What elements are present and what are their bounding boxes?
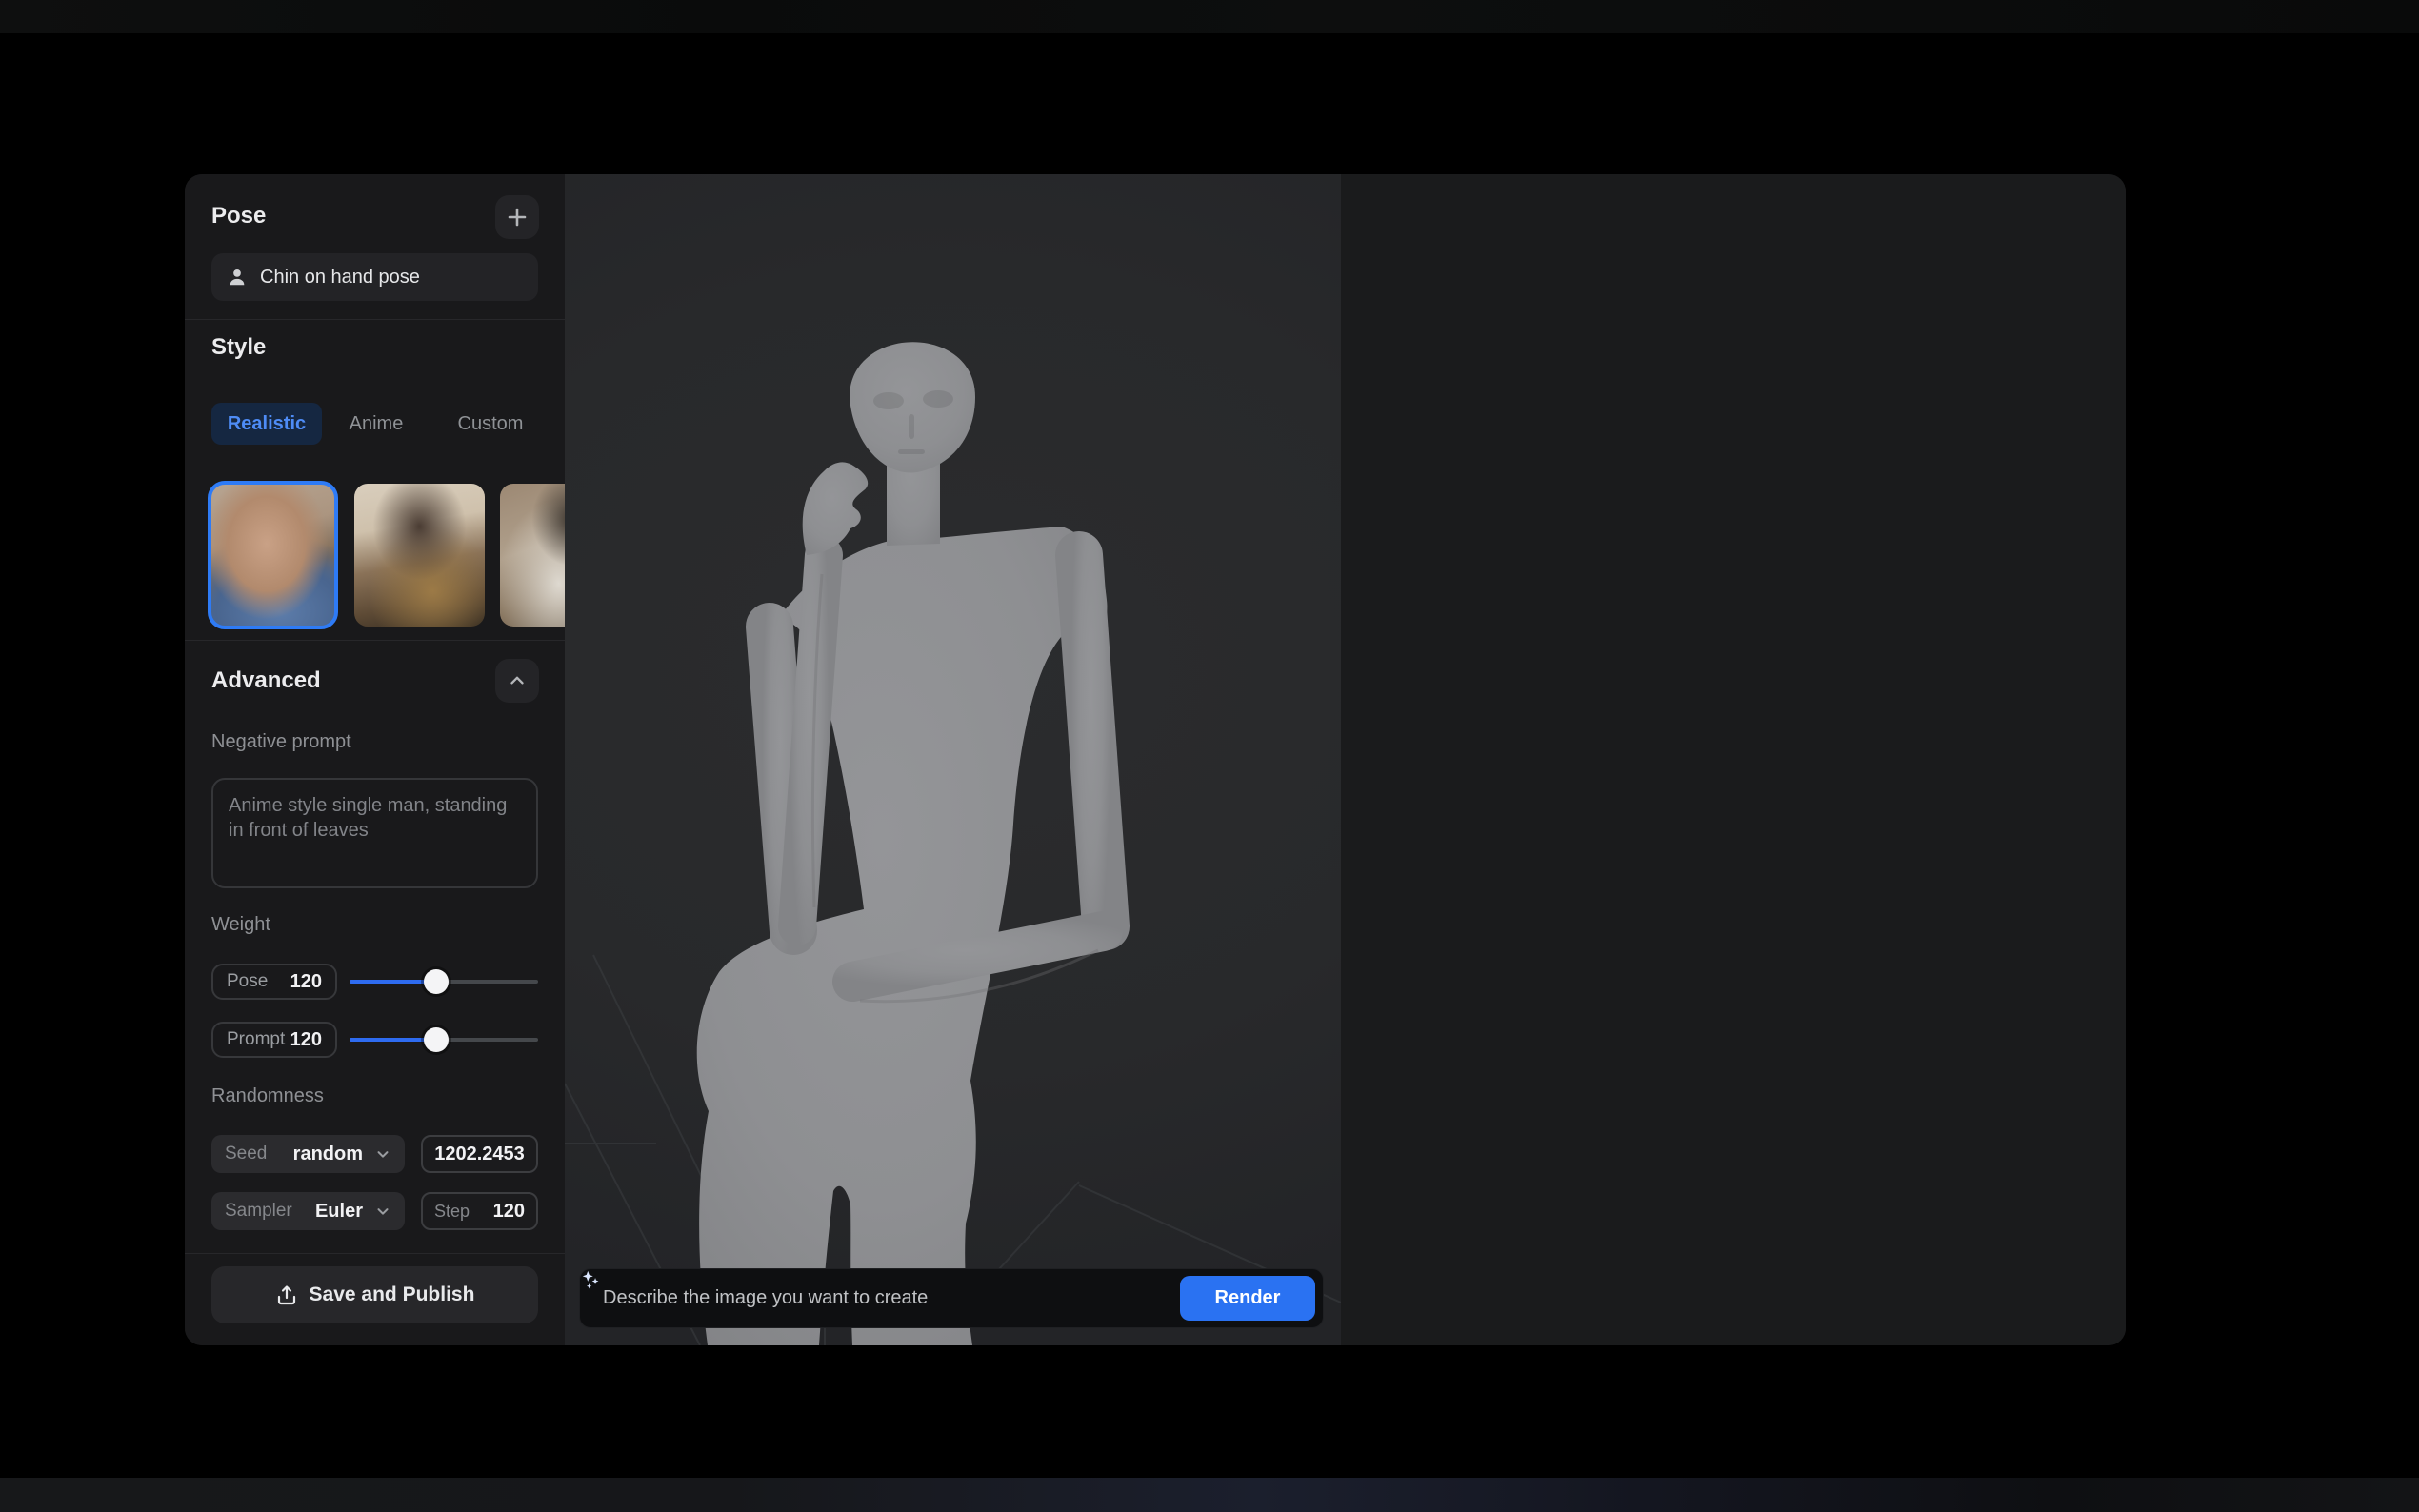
prompt-weight-slider[interactable]	[350, 1022, 538, 1058]
tab-realistic[interactable]: Realistic	[211, 403, 322, 445]
save-and-publish-label: Save and Publish	[310, 1283, 475, 1306]
advanced-section-title: Advanced	[211, 667, 321, 694]
weight-label: Weight	[211, 914, 270, 936]
sidebar: Pose Chin on hand pose Style Realistic A…	[185, 174, 565, 1345]
pose-3d-viewport[interactable]: Render	[565, 174, 1341, 1345]
step-key: Step	[434, 1202, 470, 1222]
render-button[interactable]: Render	[1180, 1276, 1315, 1321]
step-field[interactable]: Step 120	[421, 1192, 538, 1230]
prompt-input[interactable]	[580, 1269, 1180, 1327]
style-thumbnail[interactable]	[500, 484, 565, 627]
negative-prompt-textarea[interactable]	[211, 778, 538, 888]
slider-knob[interactable]	[424, 969, 449, 994]
negative-prompt-label: Negative prompt	[211, 731, 351, 753]
plus-icon	[506, 206, 529, 229]
add-pose-button[interactable]	[495, 195, 539, 239]
pose-weight-field[interactable]: Pose 120	[211, 964, 337, 1000]
prompt-weight-key: Prompt	[227, 1029, 285, 1050]
selected-pose-item[interactable]: Chin on hand pose	[211, 253, 538, 301]
pose-weight-key: Pose	[227, 971, 268, 992]
prompt-weight-value: 120	[290, 1029, 322, 1051]
divider	[185, 640, 565, 641]
prompt-bar: Render	[579, 1268, 1324, 1328]
style-section-title: Style	[211, 334, 266, 361]
randomness-label: Randomness	[211, 1085, 324, 1107]
sampler-dropdown[interactable]: Sampler Euler	[211, 1192, 405, 1230]
style-thumbnail-row	[208, 481, 565, 629]
seed-number-value: 1202.2453	[434, 1144, 525, 1165]
tab-anime[interactable]: Anime	[333, 403, 419, 445]
seed-dropdown[interactable]: Seed random	[211, 1135, 405, 1173]
render-button-label: Render	[1215, 1287, 1281, 1309]
result-panel	[1341, 174, 2126, 1345]
advanced-collapse-button[interactable]	[495, 659, 539, 703]
slider-knob[interactable]	[424, 1027, 449, 1052]
pose-weight-slider[interactable]	[350, 964, 538, 1000]
sampler-key: Sampler	[225, 1201, 292, 1222]
pose-weight-value: 120	[290, 971, 322, 993]
app-window: Pose Chin on hand pose Style Realistic A…	[185, 174, 2126, 1345]
screen-top-strip	[0, 0, 2419, 33]
seed-number-field[interactable]: 1202.2453	[421, 1135, 538, 1173]
style-thumbnail[interactable]	[354, 484, 485, 627]
selected-pose-label: Chin on hand pose	[260, 267, 420, 288]
divider	[185, 1253, 565, 1254]
seed-value: random	[293, 1144, 363, 1165]
sparkles-icon	[580, 1269, 601, 1290]
save-and-publish-button[interactable]: Save and Publish	[211, 1266, 538, 1323]
3d-mannequin-figure	[565, 174, 1341, 1345]
pose-section-title: Pose	[211, 203, 266, 229]
screen-bottom-strip	[0, 1478, 2419, 1512]
divider	[185, 319, 565, 320]
style-thumbnail-selected[interactable]	[208, 481, 338, 629]
person-icon	[227, 267, 248, 288]
seed-key: Seed	[225, 1144, 267, 1164]
chevron-down-icon	[374, 1203, 391, 1220]
tab-custom[interactable]: Custom	[448, 403, 533, 445]
chevron-up-icon	[507, 670, 528, 691]
chevron-down-icon	[374, 1145, 391, 1163]
upload-icon	[275, 1283, 298, 1306]
prompt-weight-field[interactable]: Prompt 120	[211, 1022, 337, 1058]
step-value: 120	[493, 1201, 525, 1223]
sampler-value: Euler	[315, 1201, 363, 1223]
